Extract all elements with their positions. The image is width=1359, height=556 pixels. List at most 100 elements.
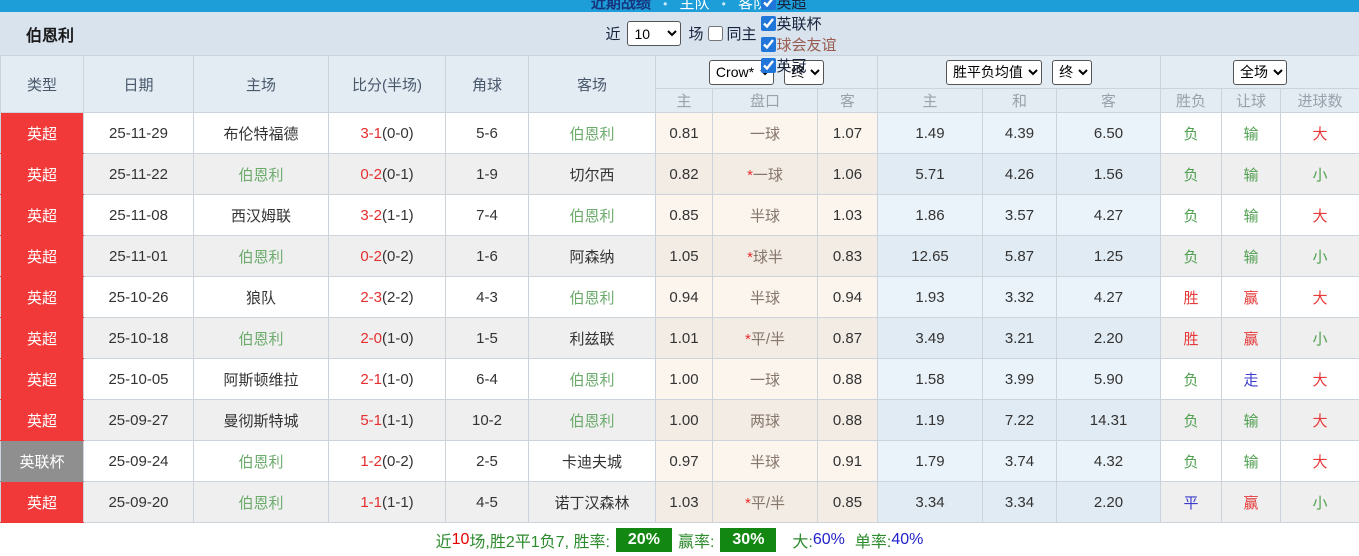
match-date: 25-10-26 — [83, 276, 194, 318]
handicap-odds-away: 0.94 — [816, 276, 879, 318]
handicap-odds-away: 1.03 — [816, 194, 879, 236]
match-results-table: 类型 日期 主场 比分(半场) 角球 客场 Crow* 终 胜平负均值 终 全场… — [0, 55, 1359, 523]
match-date: 25-09-24 — [83, 440, 194, 482]
away-team: 伯恩利 — [528, 399, 656, 441]
same-home-label: 同主 — [726, 26, 757, 43]
league-checkbox[interactable] — [760, 15, 776, 31]
summary-count: 10 — [451, 531, 470, 548]
avg-odds-away: 6.50 — [1056, 112, 1162, 154]
avg-odds-home: 1.79 — [877, 440, 984, 482]
scope-select[interactable]: 全场 — [1233, 59, 1288, 85]
handicap-line: *球半 — [712, 235, 818, 277]
league-badge: 英超 — [0, 112, 84, 154]
goals-cell: 小 — [1280, 317, 1359, 359]
league-checkbox[interactable] — [760, 0, 776, 10]
league-badge: 英超 — [0, 276, 84, 318]
handicap-line: 半球 — [712, 440, 818, 482]
result-cell: 负 — [1160, 194, 1223, 236]
scope-header: 全场 — [1160, 55, 1359, 89]
goals-cell: 小 — [1280, 153, 1359, 195]
avg-odds-draw: 7.22 — [982, 399, 1058, 441]
col-header-date: 日期 — [83, 55, 194, 113]
avg-odds-home: 1.86 — [877, 194, 984, 236]
avg-odds-home: 1.58 — [877, 358, 984, 400]
home-team: 伯恩利 — [193, 440, 329, 482]
win-rate-badge: 20% — [615, 528, 672, 552]
match-row: 英超 25-11-08 西汉姆联 3-2(1-1) 7-4 伯恩利 0.85 半… — [0, 194, 1359, 236]
handicap-result-cell: 输 — [1221, 194, 1282, 236]
handicap-line: *平/半 — [712, 317, 818, 359]
match-date: 25-10-18 — [83, 317, 194, 359]
avg-odds-draw: 4.26 — [982, 153, 1058, 195]
home-team: 伯恩利 — [193, 153, 329, 195]
goals-cell: 大 — [1280, 399, 1359, 441]
score-cell: 3-2(1-1) — [328, 194, 446, 236]
avg-final-select[interactable]: 终 — [1052, 59, 1093, 85]
goals-cell: 大 — [1280, 112, 1359, 154]
handicap-odds-home: 0.97 — [655, 440, 713, 482]
handicap-odds-home: 0.82 — [655, 153, 713, 195]
league-badge: 英联杯 — [0, 440, 84, 482]
home-team: 狼队 — [193, 276, 329, 318]
corner-score: 2-5 — [445, 440, 529, 482]
match-row: 英超 25-11-29 布伦特福德 3-1(0-0) 5-6 伯恩利 0.81 … — [0, 112, 1359, 154]
match-date: 25-11-29 — [83, 112, 194, 154]
same-home-checkbox[interactable] — [707, 26, 723, 41]
match-row: 英超 25-09-20 伯恩利 1-1(1-1) 4-5 诺丁汉森林 1.03 … — [0, 481, 1359, 523]
handicap-result-cell: 输 — [1221, 112, 1282, 154]
avg-source-select[interactable]: 胜平负均值 — [945, 59, 1042, 85]
goals-cell: 大 — [1280, 194, 1359, 236]
match-row: 英超 25-10-18 伯恩利 2-0(1-0) 1-5 利兹联 1.01 *平… — [0, 317, 1359, 359]
handicap-odds-away: 0.87 — [816, 317, 879, 359]
halftime-score: (1-1) — [382, 411, 414, 429]
single-rate-label: 单率: — [854, 534, 892, 551]
handicap-odds-home: 0.81 — [655, 112, 713, 154]
avg-source-header: 胜平负均值 终 — [877, 55, 1162, 89]
league-checkbox[interactable] — [760, 36, 776, 52]
score-cell: 1-2(0-2) — [328, 440, 446, 482]
avg-odds-draw: 4.39 — [982, 112, 1058, 154]
handicap-line: 半球 — [712, 276, 818, 318]
league-filter-item: 英冠 — [760, 55, 837, 76]
handicap-text: 平/半 — [750, 494, 785, 512]
fulltime-score: 2-3 — [360, 288, 382, 306]
summary-record: 场,胜2平1负7, 胜率: — [469, 534, 610, 551]
big-rate-label: 大: — [792, 534, 813, 551]
handicap-result-cell: 输 — [1221, 399, 1282, 441]
halftime-score: (1-0) — [382, 370, 414, 388]
handicap-odds-away: 1.06 — [816, 153, 879, 195]
handicap-line: 两球 — [712, 399, 818, 441]
result-cell: 负 — [1160, 358, 1223, 400]
home-team: 伯恩利 — [193, 317, 329, 359]
subcol-avg-home: 主 — [877, 88, 984, 113]
handicap-odds-home: 1.00 — [655, 399, 713, 441]
handicap-result-cell: 输 — [1221, 235, 1282, 277]
league-filter-item: 英超 — [760, 0, 837, 13]
avg-odds-draw: 3.34 — [982, 481, 1058, 523]
league-checkbox[interactable] — [760, 57, 776, 73]
away-team: 切尔西 — [528, 153, 656, 195]
match-date: 25-09-20 — [83, 481, 194, 523]
corner-score: 4-5 — [445, 481, 529, 523]
summary-footer: 近 10 场,胜2平1负7, 胜率: 20% 赢率: 30% 大: 60% 单率… — [0, 523, 1359, 556]
subcol-odds-home: 主 — [655, 88, 713, 113]
subcol-handicap-result: 让球 — [1221, 88, 1282, 113]
handicap-line: 一球 — [712, 112, 818, 154]
avg-odds-home: 3.49 — [877, 317, 984, 359]
avg-odds-away: 2.20 — [1056, 317, 1162, 359]
goals-cell: 小 — [1280, 481, 1359, 523]
match-date: 25-11-01 — [83, 235, 194, 277]
match-count-select[interactable]: 10 — [627, 21, 682, 46]
avg-odds-draw: 3.32 — [982, 276, 1058, 318]
result-cell: 胜 — [1160, 276, 1223, 318]
match-row: 英超 25-11-22 伯恩利 0-2(0-1) 1-9 切尔西 0.82 *一… — [0, 153, 1359, 195]
home-team: 布伦特福德 — [193, 112, 329, 154]
handicap-result-cell: 赢 — [1221, 276, 1282, 318]
goals-cell: 大 — [1280, 440, 1359, 482]
score-cell: 5-1(1-1) — [328, 399, 446, 441]
corner-score: 6-4 — [445, 358, 529, 400]
halftime-score: (0-0) — [382, 124, 414, 142]
match-row: 英超 25-11-01 伯恩利 0-2(0-2) 1-6 阿森纳 1.05 *球… — [0, 235, 1359, 277]
away-team: 伯恩利 — [528, 194, 656, 236]
avg-odds-draw: 3.21 — [982, 317, 1058, 359]
